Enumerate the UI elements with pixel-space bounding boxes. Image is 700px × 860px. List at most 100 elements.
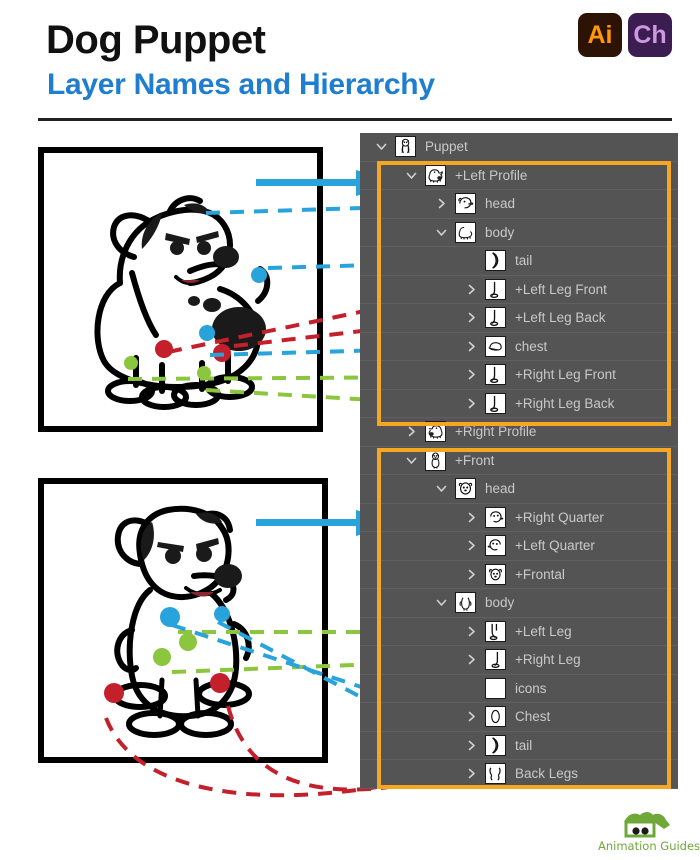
page-subtitle: Layer Names and Hierarchy [47, 68, 435, 101]
left-leg-front-marker [155, 340, 173, 358]
tail-marker [251, 267, 267, 283]
layer-row[interactable]: +Left Profile [360, 162, 678, 190]
layer-row[interactable]: tail [360, 732, 678, 760]
layer-row[interactable]: Puppet [360, 133, 678, 162]
layer-row[interactable]: +Left Quarter [360, 532, 678, 561]
layer-row[interactable]: head [360, 475, 678, 504]
leg-thumb [485, 307, 506, 329]
head-frontal-thumb [485, 563, 506, 585]
empty-thumb [485, 677, 506, 699]
layer-name-label: body [485, 595, 515, 611]
dog-right-profile-thumb [425, 421, 446, 443]
character-animator-badge-label: Ch [633, 20, 667, 49]
chevron-down-icon[interactable] [375, 140, 388, 153]
layer-row[interactable]: +Left Leg Back [360, 304, 678, 333]
chevron-down-icon[interactable] [435, 226, 448, 239]
layer-name-label: icons [515, 680, 547, 696]
layer-row[interactable]: body [360, 589, 678, 618]
chevron-right-icon[interactable] [465, 283, 478, 296]
layer-name-label: +Right Quarter [515, 509, 604, 525]
chevron-down-icon[interactable] [435, 482, 448, 495]
chevron-right-icon[interactable] [465, 653, 478, 666]
dog-front-thumb [425, 449, 446, 471]
layer-name-label: +Right Leg Back [515, 395, 615, 411]
layer-row[interactable]: +Left Leg [360, 618, 678, 646]
layer-row[interactable]: +Right Leg [360, 646, 678, 675]
layer-name-label: chest [515, 338, 548, 354]
layer-row[interactable]: +Left Leg Front [360, 276, 678, 304]
chevron-right-icon[interactable] [465, 625, 478, 638]
layer-name-label: +Front [455, 452, 495, 468]
body-front-thumb [455, 592, 476, 614]
layer-name-label: tail [515, 253, 533, 269]
tail-thumb [485, 734, 506, 756]
chevron-right-icon[interactable] [465, 340, 478, 353]
leg-thumb [485, 392, 506, 414]
chevron-down-icon[interactable] [405, 169, 418, 182]
layer-row[interactable]: head [360, 190, 678, 219]
layer-row[interactable]: +Front [360, 447, 678, 475]
layer-name-label: +Frontal [515, 566, 565, 582]
chevron-right-icon[interactable] [435, 197, 448, 210]
chevron-right-icon[interactable] [465, 511, 478, 524]
chevron-down-icon[interactable] [405, 454, 418, 467]
layer-row[interactable]: +Right Quarter [360, 504, 678, 532]
chevron-down-icon[interactable] [435, 596, 448, 609]
chest-marker [199, 325, 215, 341]
layer-name-label: body [485, 224, 515, 240]
back-leg-left-marker [104, 683, 124, 703]
layer-row[interactable]: +Frontal [360, 561, 678, 589]
chevron-right-icon[interactable] [465, 311, 478, 324]
footer-brand-label: Animation Guides [598, 839, 700, 853]
leg-thumb [485, 278, 506, 300]
head-profile-thumb [455, 193, 476, 215]
layer-row[interactable]: chest [360, 333, 678, 361]
head-right-quarter-thumb [485, 506, 506, 528]
dog-full-thumb [395, 136, 416, 158]
chest-front-thumb [485, 706, 506, 728]
chevron-right-icon[interactable] [465, 739, 478, 752]
layer-name-label: +Right Profile [455, 424, 537, 440]
leg-front-left-thumb [485, 620, 506, 642]
chest-marker [160, 607, 180, 627]
header-divider [38, 118, 672, 121]
back-legs-thumb [485, 763, 506, 785]
tail-thumb [485, 250, 506, 272]
layer-row[interactable]: body [360, 219, 678, 247]
chevron-right-icon[interactable] [465, 767, 478, 780]
illustrator-badge: Ai [578, 13, 622, 57]
chevron-right-icon[interactable] [465, 710, 478, 723]
chevron-right-icon[interactable] [465, 568, 478, 581]
layer-row[interactable]: icons [360, 675, 678, 703]
right-leg-marker [153, 648, 171, 666]
layer-row[interactable]: tail [360, 247, 678, 276]
layers-panel[interactable]: Puppet +Left Profile head body tail +Left Leg… [360, 133, 678, 789]
layer-row[interactable]: +Right Profile [360, 418, 678, 447]
chevron-right-icon[interactable] [465, 397, 478, 410]
leg-thumb [485, 364, 506, 386]
layer-name-label: +Left Leg Back [515, 310, 606, 326]
layer-name-label: +Left Quarter [515, 538, 595, 554]
layer-name-label: head [485, 481, 516, 497]
body-profile-thumb [455, 221, 476, 243]
layer-name-label: +Left Leg Front [515, 281, 607, 297]
left-leg-back-marker [213, 344, 231, 362]
layer-name-label: +Right Leg [515, 652, 581, 668]
right-leg-back-marker [197, 366, 211, 380]
twisty-placeholder [465, 254, 478, 267]
chevron-right-icon[interactable] [465, 368, 478, 381]
layer-row[interactable]: Back Legs [360, 760, 678, 789]
tail-marker [214, 606, 230, 622]
left-leg-marker [179, 633, 197, 651]
dog-left-profile-thumb [425, 164, 446, 186]
layer-name-label: +Left Leg [515, 623, 572, 639]
layer-name-label: Back Legs [515, 766, 579, 782]
chevron-right-icon[interactable] [465, 539, 478, 552]
layer-row[interactable]: +Right Leg Back [360, 390, 678, 418]
layer-name-label: Puppet [425, 139, 468, 155]
leg-front-right-thumb [485, 649, 506, 671]
layer-row[interactable]: +Right Leg Front [360, 361, 678, 390]
layer-row[interactable]: Chest [360, 703, 678, 732]
twisty-placeholder [465, 682, 478, 695]
chevron-right-icon[interactable] [405, 425, 418, 438]
